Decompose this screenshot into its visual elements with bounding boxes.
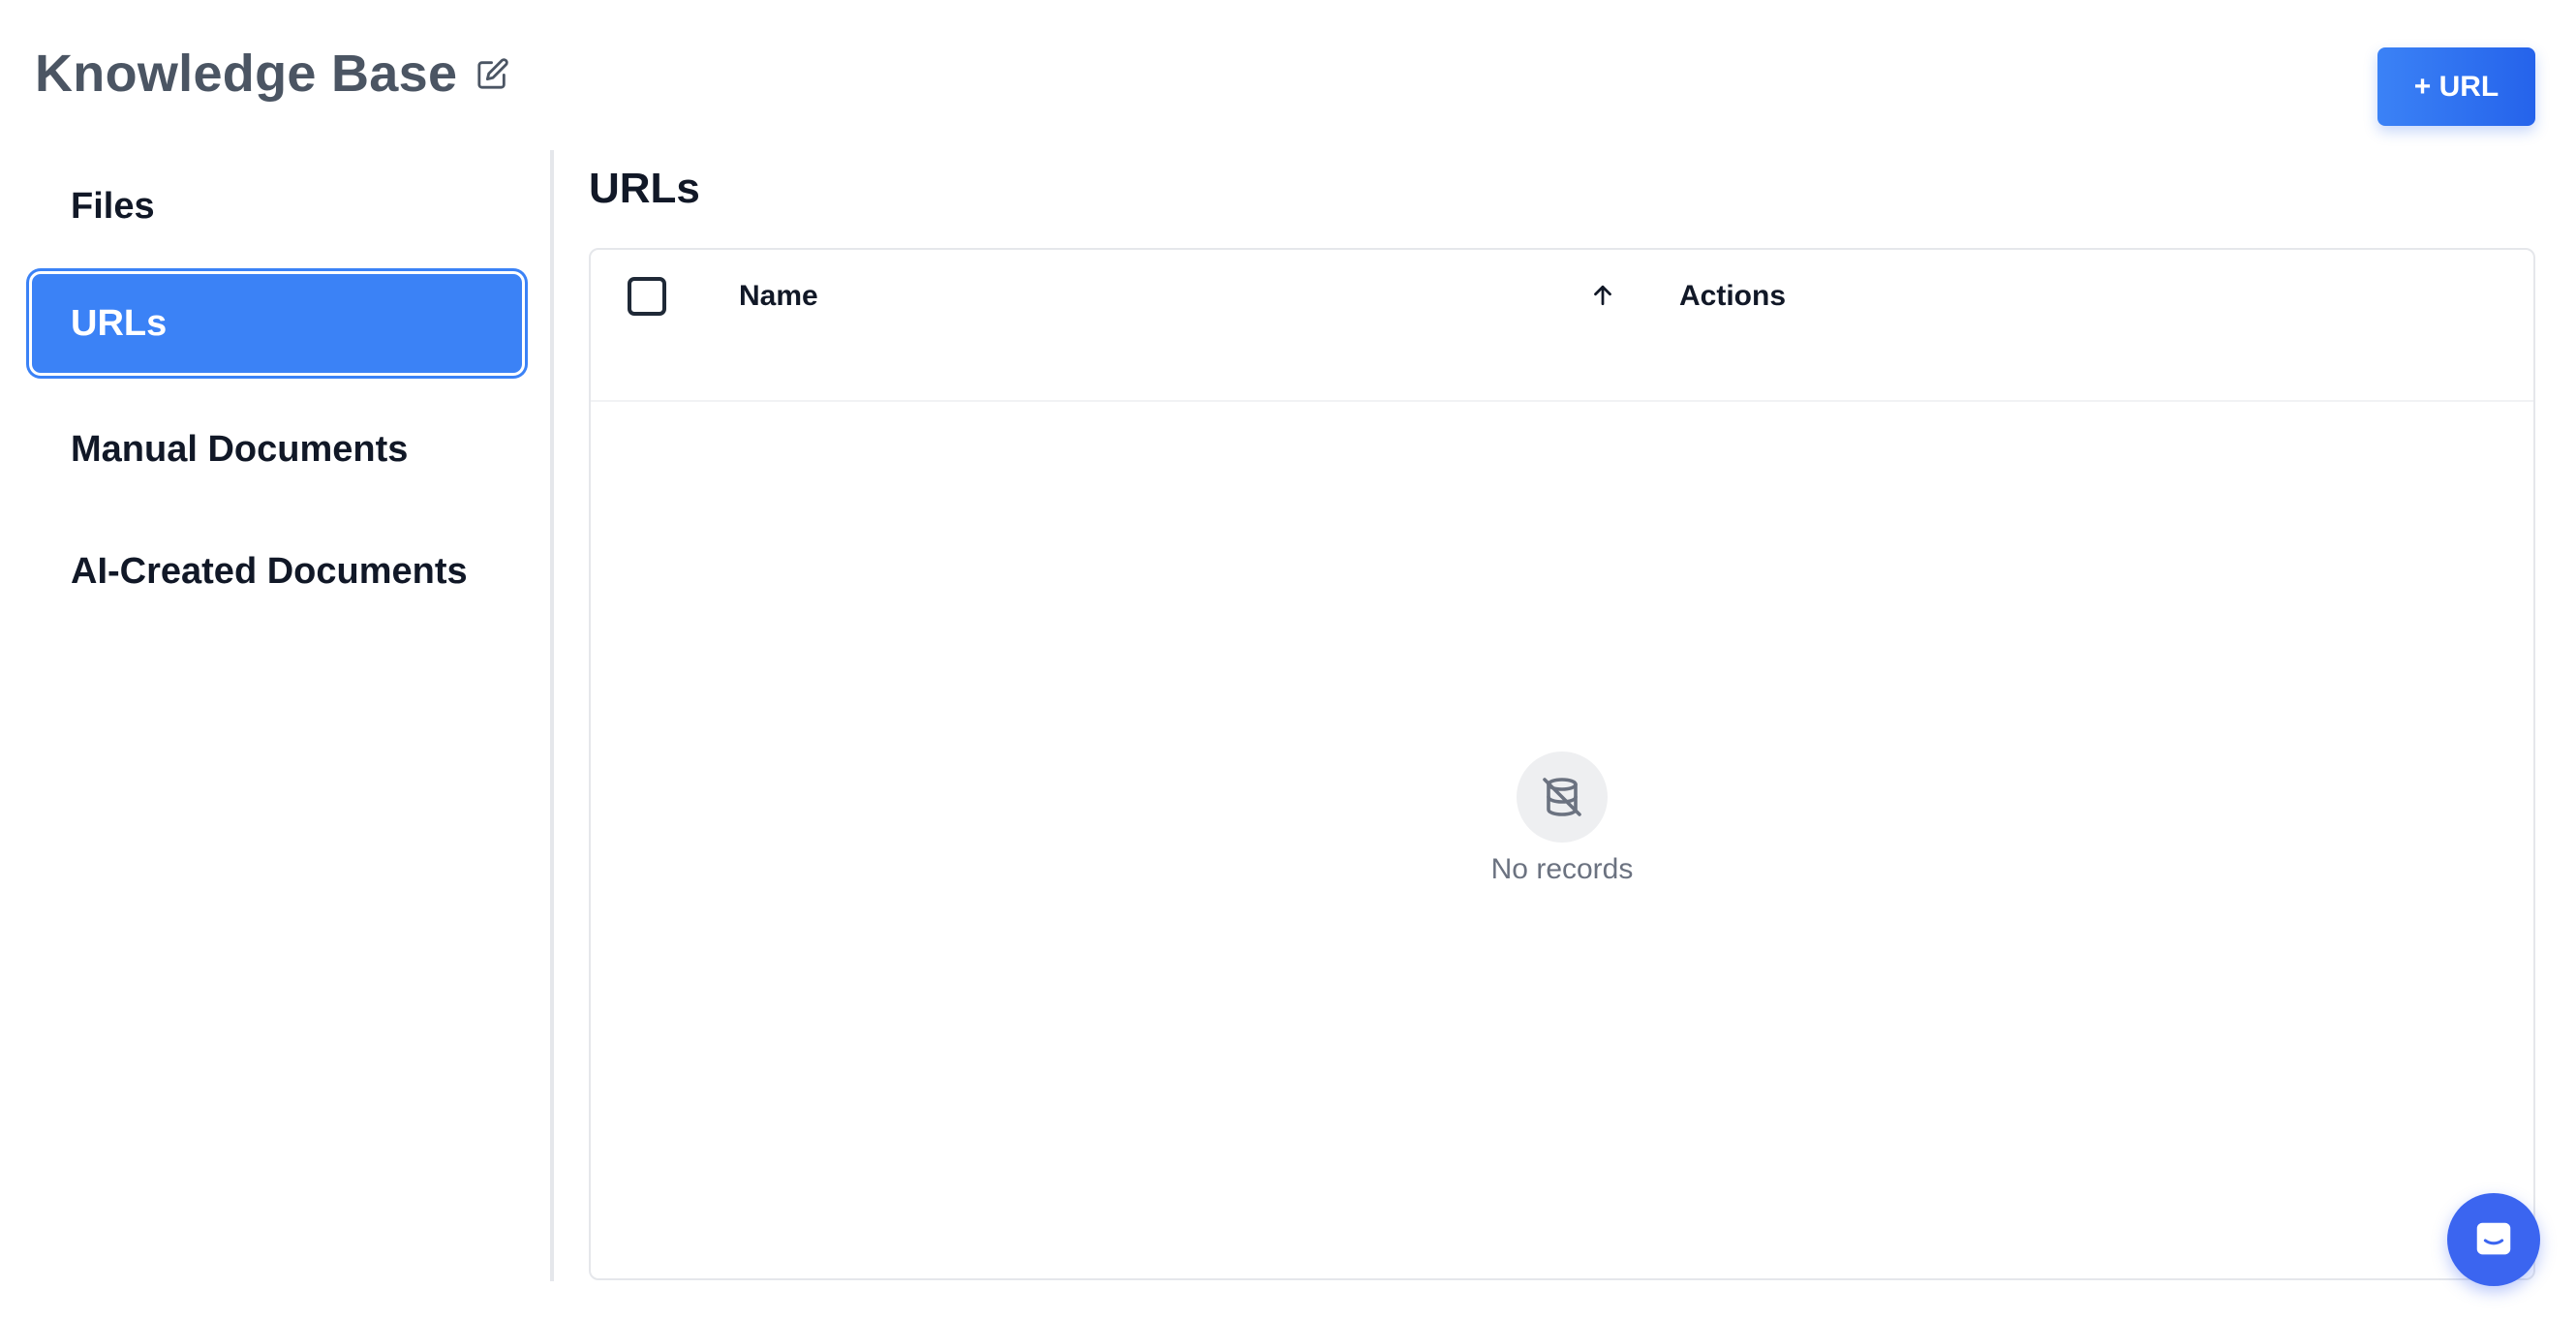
sort-ascending-icon[interactable]	[1588, 281, 1617, 310]
page-header: Knowledge Base	[35, 39, 509, 108]
empty-state-text: No records	[1490, 853, 1634, 885]
page-title: Knowledge Base	[35, 45, 458, 103]
database-off-icon	[1517, 752, 1608, 843]
urls-table: Name Actions No records	[589, 248, 2535, 1280]
sidebar-item-manual-documents[interactable]: Manual Documents	[29, 397, 525, 502]
sidebar-item-urls[interactable]: URLs	[29, 271, 525, 376]
sidebar-item-ai-created-documents[interactable]: AI-Created Documents	[29, 519, 525, 624]
column-header-actions: Actions	[1679, 280, 1787, 312]
empty-state: No records	[591, 752, 2533, 889]
table-header: Name Actions	[591, 250, 2533, 402]
sidebar-item-files[interactable]: Files	[29, 154, 525, 259]
sidebar-divider	[550, 150, 554, 1281]
section-title: URLs	[589, 165, 700, 212]
column-header-name[interactable]: Name	[739, 279, 818, 314]
chat-icon	[2476, 1222, 2511, 1255]
chat-launcher-button[interactable]	[2447, 1193, 2540, 1286]
select-all-checkbox[interactable]	[628, 277, 666, 316]
pencil-edit-icon[interactable]	[476, 57, 509, 90]
add-url-button[interactable]: + URL	[2377, 47, 2535, 126]
